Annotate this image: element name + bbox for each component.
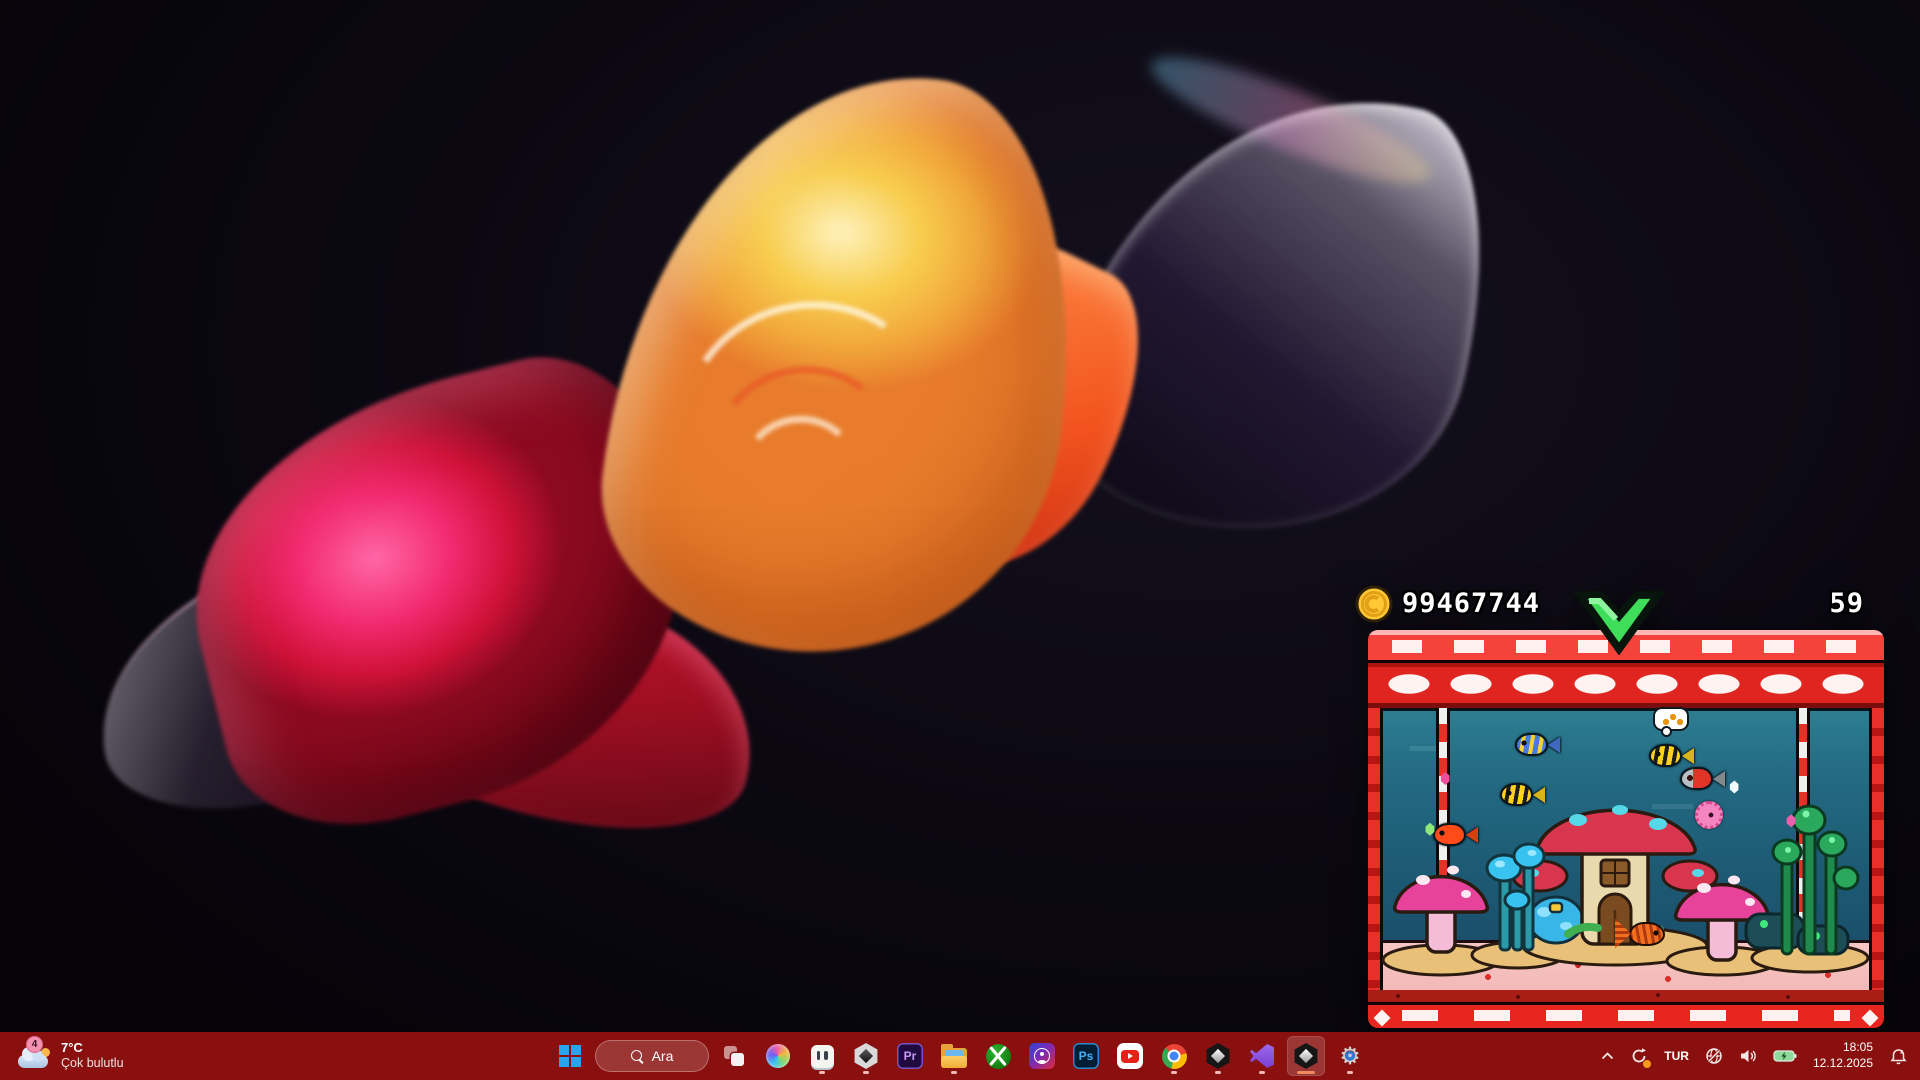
- sync-status-dot: [1643, 1060, 1651, 1068]
- wallpaper-iridescent-streak: [1141, 36, 1442, 204]
- speaker-icon: [1739, 1048, 1757, 1064]
- weather-cloud-icon: 4: [18, 1042, 52, 1070]
- weather-temperature: 7°C: [61, 1040, 124, 1056]
- file-explorer-button[interactable]: [935, 1036, 973, 1076]
- coin-count: 99467744: [1402, 588, 1540, 619]
- copilot-button[interactable]: [759, 1036, 797, 1076]
- weather-badge: 4: [26, 1036, 43, 1053]
- settings-button[interactable]: ⚙: [1331, 1036, 1369, 1076]
- search-label: Ara: [652, 1048, 674, 1064]
- food-thought-bubble: [1653, 707, 1691, 737]
- chevron-up-icon: [1601, 1052, 1614, 1060]
- pink-mushroom-left: [1395, 866, 1488, 953]
- persona-app-icon: [1029, 1043, 1055, 1069]
- clock[interactable]: 18:05 12.12.2025: [1807, 1036, 1879, 1076]
- windows-logo-icon: [559, 1045, 581, 1067]
- notification-button[interactable]: z: [1883, 1036, 1914, 1076]
- settings-gear-icon: ⚙: [1337, 1043, 1363, 1069]
- photoshop-button[interactable]: Ps: [1067, 1036, 1105, 1076]
- file-explorer-icon: [941, 1048, 967, 1068]
- copilot-icon: [766, 1044, 790, 1068]
- premiere-pro-button[interactable]: Pr: [891, 1036, 929, 1076]
- persona-app-button[interactable]: [1023, 1036, 1061, 1076]
- aquarium-hud: 99467744 59: [1352, 583, 1884, 629]
- start-button[interactable]: [551, 1036, 589, 1076]
- unity-hub-button[interactable]: [847, 1036, 885, 1076]
- visual-studio-icon: [1250, 1044, 1274, 1068]
- no-internet-globe-icon: [1705, 1047, 1723, 1065]
- taskbar-center-icons: Ara Pr Ps: [551, 1032, 1369, 1080]
- pixel-pet-app-button[interactable]: [803, 1036, 841, 1076]
- right-counter: 59: [1829, 588, 1864, 619]
- coin-icon: [1354, 584, 1394, 624]
- blue-coral: [1529, 897, 1583, 943]
- sync-status-button[interactable]: [1624, 1036, 1654, 1076]
- lionfish[interactable]: [1615, 917, 1667, 951]
- photoshop-icon: Ps: [1073, 1043, 1099, 1069]
- xbox-icon: [986, 1044, 1011, 1069]
- search-box[interactable]: Ara: [595, 1040, 709, 1072]
- tank-frame-second-band: [1368, 663, 1884, 708]
- robo-fish[interactable]: [1680, 764, 1726, 794]
- fish-tank[interactable]: [1368, 630, 1884, 1028]
- star-ornament: [1862, 1010, 1879, 1027]
- unity-hub-icon: [853, 1043, 879, 1069]
- tray-date: 12.12.2025: [1813, 1056, 1873, 1072]
- unity-editor-button[interactable]: [1199, 1036, 1237, 1076]
- weather-condition: Çok bulutlu: [61, 1056, 124, 1072]
- green-check-icon: [1570, 583, 1668, 655]
- network-button[interactable]: [1699, 1036, 1729, 1076]
- premiere-pro-icon: Pr: [897, 1043, 923, 1069]
- angelfish[interactable]: [1515, 730, 1561, 760]
- yellow-tang[interactable]: [1500, 780, 1546, 810]
- pufferfish[interactable]: [1693, 799, 1725, 831]
- task-view-icon: [724, 1046, 744, 1066]
- weather-widget[interactable]: 4 7°C Çok bulutlu: [10, 1032, 132, 1080]
- tray-time: 18:05: [1843, 1040, 1873, 1056]
- youtube-icon: [1117, 1043, 1143, 1069]
- xbox-button[interactable]: [979, 1036, 1017, 1076]
- battery-charging-icon: [1773, 1049, 1797, 1063]
- star-ornament: [1374, 1010, 1391, 1027]
- tank-entities: [1368, 708, 1884, 990]
- battery-button[interactable]: [1767, 1036, 1803, 1076]
- tank-frame-bottom-band: [1368, 990, 1884, 1028]
- chrome-button[interactable]: [1155, 1036, 1193, 1076]
- search-icon: [631, 1050, 644, 1063]
- aquarium-widget[interactable]: 99467744 59: [1352, 583, 1884, 1028]
- visual-studio-button[interactable]: [1243, 1036, 1281, 1076]
- taskbar: 4 7°C Çok bulutlu Ara Pr: [0, 1032, 1920, 1080]
- pixel-pet-icon: [811, 1045, 834, 1068]
- unity-editor-icon: [1205, 1043, 1231, 1069]
- hidden-icons-chevron[interactable]: [1595, 1036, 1620, 1076]
- unity-editor-icon: [1293, 1043, 1319, 1069]
- wallpaper-yellow-ribbon: [584, 45, 1102, 680]
- system-tray: TUR 18:05: [1595, 1032, 1914, 1080]
- volume-button[interactable]: [1733, 1036, 1763, 1076]
- language-indicator[interactable]: TUR: [1658, 1036, 1695, 1076]
- youtube-button[interactable]: [1111, 1036, 1149, 1076]
- language-label: TUR: [1664, 1049, 1689, 1063]
- notification-bell-dnd-icon: z: [1889, 1047, 1908, 1066]
- unity-editor-active-button[interactable]: [1287, 1036, 1325, 1076]
- chrome-icon: [1162, 1044, 1187, 1069]
- task-view-button[interactable]: [715, 1036, 753, 1076]
- goldfish[interactable]: [1433, 820, 1479, 850]
